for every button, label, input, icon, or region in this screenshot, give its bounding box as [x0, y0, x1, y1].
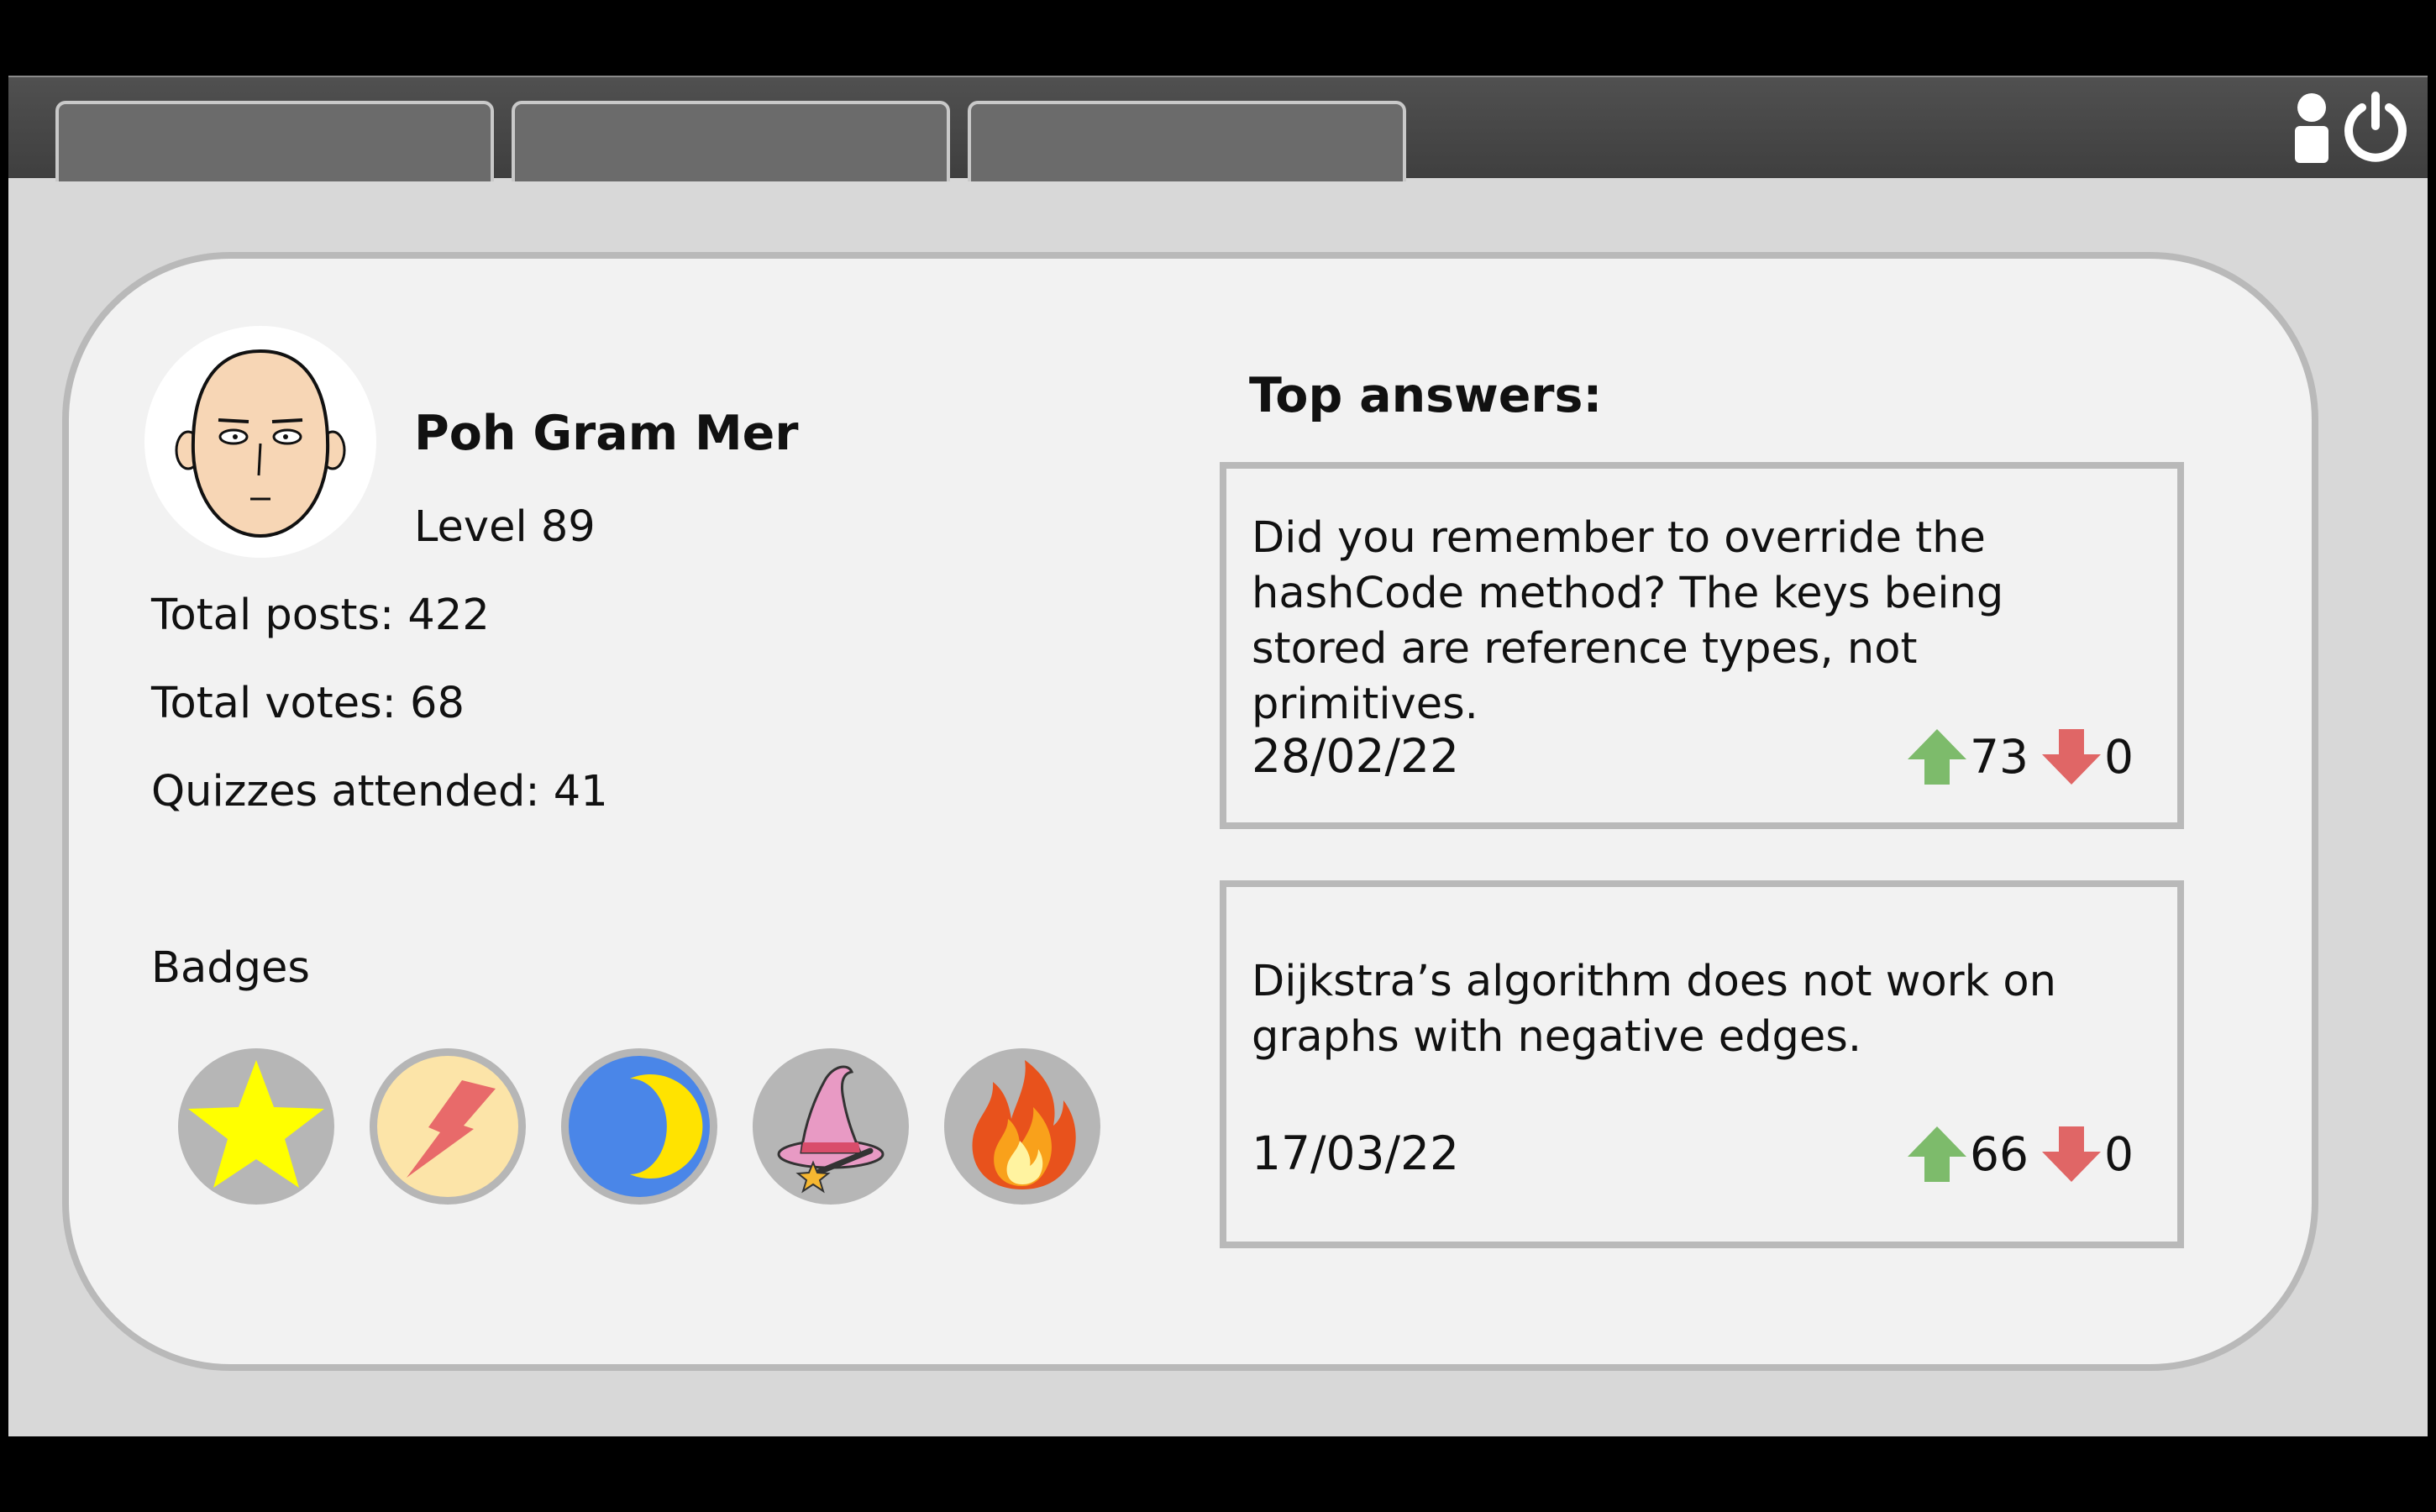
fire-badge-icon[interactable] [944, 1048, 1100, 1205]
power-icon[interactable] [2337, 87, 2414, 165]
downvote-count: 0 [2104, 730, 2134, 784]
answer-text: Dijkstra’s algorithm does not work on gr… [1252, 957, 2056, 1062]
tab-2[interactable] [512, 101, 950, 181]
top-black-bar [0, 0, 2436, 76]
top-answers-title: Top answers: [1249, 368, 1603, 423]
bottom-black-bar [0, 1436, 2436, 1512]
bald-face-icon [175, 349, 346, 538]
answer-card[interactable]: Did you remember to override the hashCod… [1220, 462, 2184, 829]
answer-card[interactable]: Dijkstra’s algorithm does not work on gr… [1220, 880, 2184, 1248]
vote-counts: 73 0 [1906, 727, 2135, 786]
badges-label: Badges [151, 943, 310, 993]
answer-date: 28/02/22 [1252, 729, 1460, 783]
answer-date: 17/03/22 [1252, 1126, 1460, 1180]
downvote-arrow-icon[interactable] [2040, 727, 2103, 786]
profile-card: Poh Gram Mer Level 89 Total posts: 422 T… [62, 252, 2318, 1371]
quizzes-attended: Quizzes attended: 41 [151, 767, 608, 816]
upvote-arrow-icon[interactable] [1906, 727, 1968, 786]
upvote-count: 66 [1970, 1127, 2029, 1181]
tab-1[interactable] [55, 101, 494, 181]
answer-text: Did you remember to override the hashCod… [1252, 513, 2004, 729]
upvote-count: 73 [1970, 730, 2029, 784]
vote-counts: 66 0 [1906, 1125, 2135, 1184]
tab-3[interactable] [968, 101, 1406, 181]
user-level: Level 89 [414, 502, 596, 552]
avatar [144, 326, 376, 558]
star-badge-icon[interactable] [178, 1048, 334, 1205]
navigation-bar [8, 76, 2428, 181]
downvote-arrow-icon[interactable] [2040, 1125, 2103, 1184]
total-posts: Total posts: 422 [151, 591, 490, 640]
downvote-count: 0 [2104, 1127, 2134, 1181]
lightning-badge-icon[interactable] [370, 1048, 526, 1205]
wizard-hat-badge-icon[interactable] [753, 1048, 909, 1205]
total-votes: Total votes: 68 [151, 679, 465, 728]
moon-badge-icon[interactable] [561, 1048, 717, 1205]
upvote-arrow-icon[interactable] [1906, 1125, 1968, 1184]
user-name: Poh Gram Mer [414, 406, 799, 461]
app-window: Poh Gram Mer Level 89 Total posts: 422 T… [8, 76, 2428, 1436]
